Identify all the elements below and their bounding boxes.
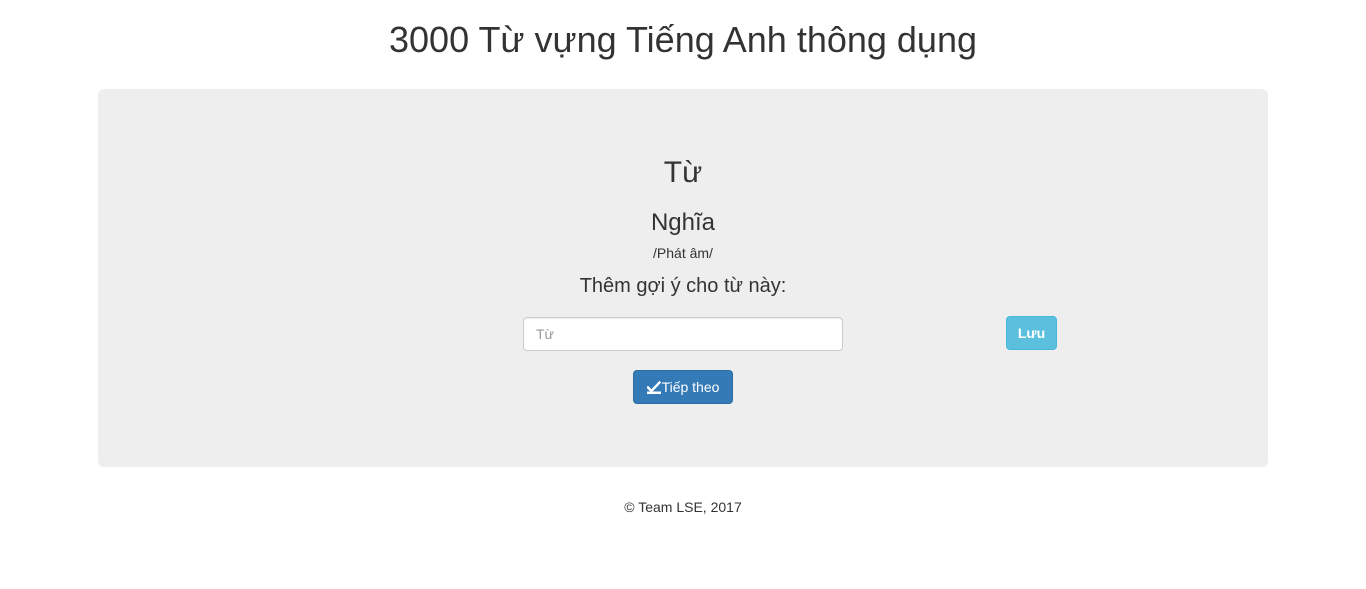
hint-label: Thêm gợi ý cho từ này: bbox=[579, 275, 787, 297]
check-edit-icon bbox=[646, 380, 661, 394]
word-text: Từ bbox=[663, 156, 703, 189]
next-button-label: Tiếp theo bbox=[661, 379, 720, 395]
meaning-text: Nghĩa bbox=[650, 209, 716, 236]
pronunciation-text: /Phát âm/ bbox=[653, 245, 713, 261]
save-button[interactable]: Lưu bbox=[1006, 316, 1057, 350]
footer-copyright: © Team LSE, 2017 bbox=[624, 499, 742, 515]
hint-input[interactable] bbox=[523, 317, 843, 351]
flashcard-panel: Từ Nghĩa /Phát âm/ Thêm gợi ý cho từ này… bbox=[98, 89, 1268, 467]
page-title: 3000 Từ vựng Tiếng Anh thông dụng bbox=[389, 19, 977, 60]
next-button[interactable]: Tiếp theo bbox=[633, 370, 733, 404]
